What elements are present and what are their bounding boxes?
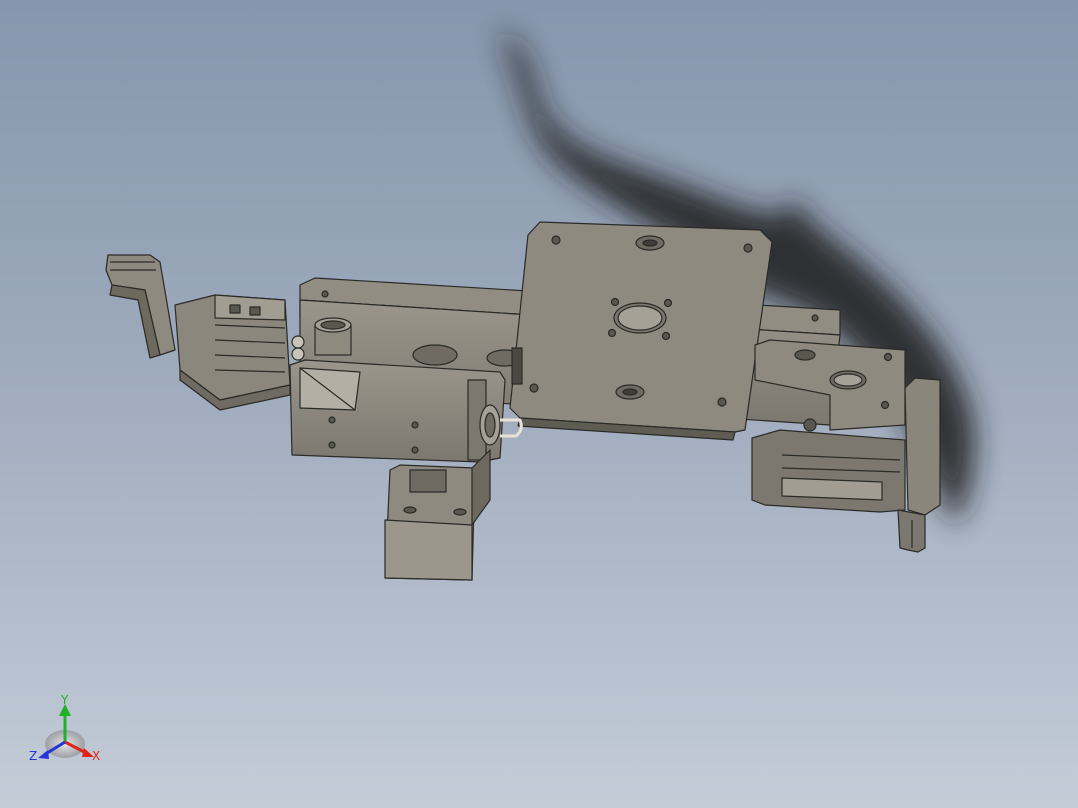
x-axis-label: X bbox=[92, 749, 100, 763]
y-axis-label: Y bbox=[60, 694, 69, 707]
right-lower-frame[interactable] bbox=[751, 429, 906, 513]
left-gripper-block[interactable] bbox=[174, 294, 291, 411]
lever-handle[interactable] bbox=[105, 254, 176, 359]
z-axis-arrow-icon bbox=[38, 750, 49, 759]
top-mounting-plate[interactable] bbox=[509, 221, 773, 441]
front-housing[interactable] bbox=[289, 359, 506, 463]
lower-foot-bracket[interactable] bbox=[384, 449, 491, 581]
cad-model-view[interactable] bbox=[0, 0, 1078, 808]
z-axis-label: Z bbox=[29, 749, 37, 763]
view-orientation-triad[interactable]: Y X Z bbox=[28, 693, 104, 768]
3d-graphics-viewport[interactable]: Y X Z bbox=[0, 0, 1078, 808]
